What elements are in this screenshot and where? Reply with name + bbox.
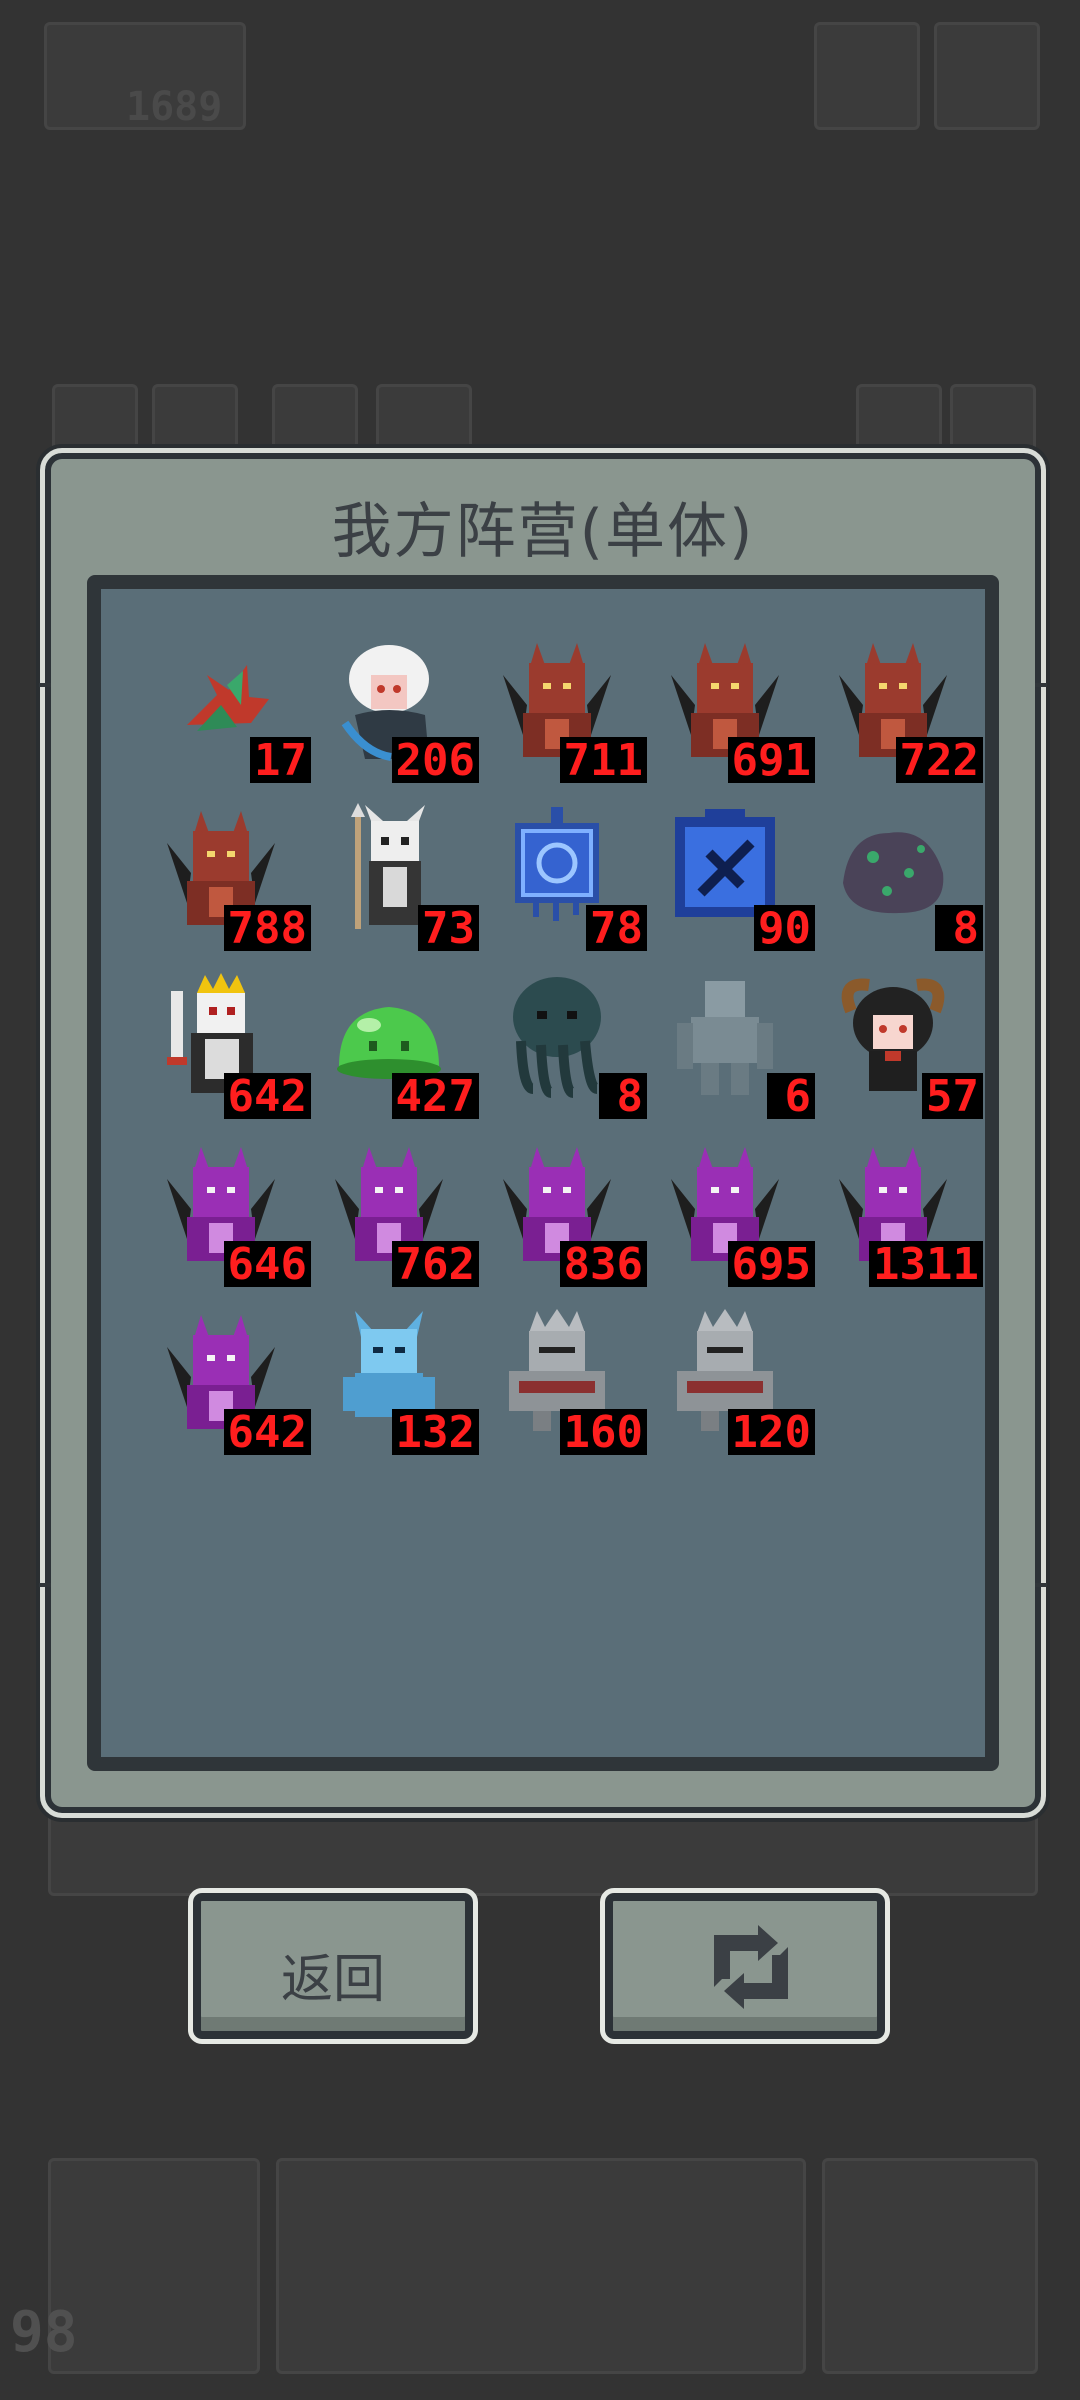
unit-count: 120 <box>727 1409 815 1457</box>
frame-notch <box>39 683 51 687</box>
score-text: 1689 <box>126 84 223 130</box>
unit-count: 132 <box>391 1409 479 1457</box>
unit-slot[interactable]: 711 <box>479 623 647 791</box>
back-button-label: 返回 <box>280 1950 385 2010</box>
unit-slot[interactable]: 90 <box>647 791 815 959</box>
unit-slot[interactable]: 691 <box>647 623 815 791</box>
unit-slot[interactable]: 120 <box>647 1295 815 1463</box>
frame-notch <box>1035 1583 1047 1587</box>
top-right-button-1 <box>814 22 920 130</box>
unit-count: 722 <box>895 737 983 785</box>
unit-count: 6 <box>767 1073 815 1121</box>
unit-slot[interactable]: 160 <box>479 1295 647 1463</box>
frame-notch <box>39 1583 51 1587</box>
unit-count: 90 <box>754 905 815 953</box>
top-right-button-2 <box>934 22 1040 130</box>
bottom-action-left <box>48 2158 260 2374</box>
unit-slot[interactable]: 6 <box>647 959 815 1127</box>
unit-slot[interactable]: 206 <box>311 623 479 791</box>
unit-count: 762 <box>391 1241 479 1289</box>
unit-slot[interactable]: 78 <box>479 791 647 959</box>
unit-count: 8 <box>935 905 983 953</box>
unit-count: 642 <box>223 1073 311 1121</box>
unit-slot[interactable]: 642 <box>143 959 311 1127</box>
refresh-button[interactable] <box>600 1888 890 2044</box>
unit-slot[interactable]: 722 <box>815 623 983 791</box>
dialog-title: 我方阵营(单体) <box>331 497 755 567</box>
unit-count: 17 <box>250 737 311 785</box>
unit-grid-panel: 17 206 711 691 722 788 73 78 90 8 642 42… <box>87 575 999 1771</box>
unit-slot[interactable]: 642 <box>143 1295 311 1463</box>
unit-count: 78 <box>586 905 647 953</box>
army-dialog: 我方阵营(单体) 17 206 711 691 722 788 73 78 90… <box>39 448 1047 1818</box>
unit-slot[interactable]: 132 <box>311 1295 479 1463</box>
unit-count: 691 <box>727 737 815 785</box>
unit-grid: 17 206 711 691 722 788 73 78 90 8 642 42… <box>143 623 983 1463</box>
unit-count: 1311 <box>869 1241 983 1289</box>
unit-slot[interactable]: 646 <box>143 1127 311 1295</box>
unit-slot[interactable]: 8 <box>479 959 647 1127</box>
unit-count: 206 <box>391 737 479 785</box>
unit-count: 73 <box>418 905 479 953</box>
unit-count: 427 <box>391 1073 479 1121</box>
unit-count: 711 <box>559 737 647 785</box>
unit-count: 642 <box>223 1409 311 1457</box>
back-button[interactable]: 返回 <box>188 1888 478 2044</box>
unit-count: 57 <box>922 1073 983 1121</box>
unit-slot[interactable]: 836 <box>479 1127 647 1295</box>
unit-count: 646 <box>223 1241 311 1289</box>
unit-slot[interactable]: 57 <box>815 959 983 1127</box>
frame-notch <box>1035 683 1047 687</box>
bottom-action-center <box>276 2158 806 2374</box>
unit-slot[interactable]: 73 <box>311 791 479 959</box>
unit-slot[interactable]: 695 <box>647 1127 815 1295</box>
level-text: 98 <box>10 2300 78 2365</box>
unit-count: 836 <box>559 1241 647 1289</box>
unit-count: 788 <box>223 905 311 953</box>
unit-slot[interactable]: 8 <box>815 791 983 959</box>
unit-slot[interactable]: 788 <box>143 791 311 959</box>
bottom-action-right <box>822 2158 1038 2374</box>
unit-count: 695 <box>727 1241 815 1289</box>
unit-count: 8 <box>599 1073 647 1121</box>
unit-slot[interactable]: 1311 <box>815 1127 983 1295</box>
unit-slot[interactable]: 762 <box>311 1127 479 1295</box>
unit-count: 160 <box>559 1409 647 1457</box>
refresh-icon <box>714 1925 788 2009</box>
unit-slot[interactable]: 17 <box>143 623 311 791</box>
unit-slot[interactable]: 427 <box>311 959 479 1127</box>
